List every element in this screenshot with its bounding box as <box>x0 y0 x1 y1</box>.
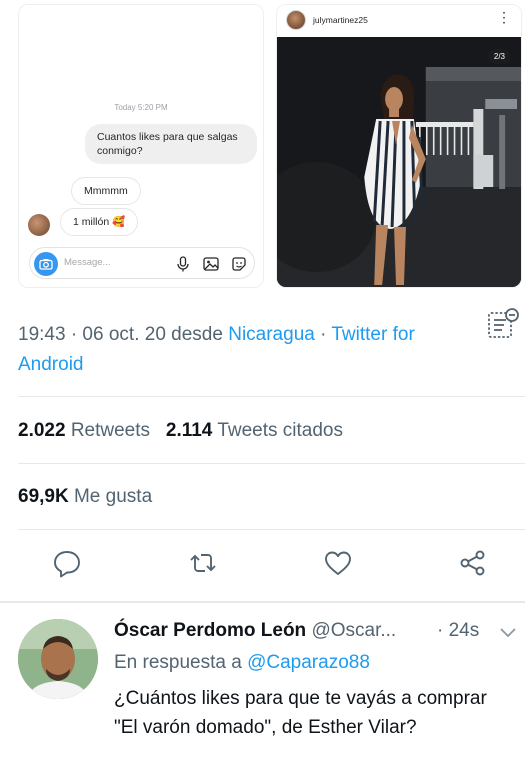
ig-username: julymartinez25 <box>313 15 368 25</box>
retweets-count: 2.022 <box>18 420 66 441</box>
divider <box>18 396 525 397</box>
divider <box>18 463 525 464</box>
camera-icon <box>34 252 58 276</box>
divider <box>18 529 525 530</box>
replying-to-line: En respuesta a @Caparazo88 <box>114 652 370 674</box>
retweet-stats[interactable]: 2.022 Retweets 2.114 Tweets citados <box>18 420 343 442</box>
quotes-label: Tweets citados <box>217 420 343 441</box>
dm-message-reply: Mmmmm <box>71 177 141 205</box>
reply-timestamp[interactable]: · 24s <box>437 620 479 642</box>
reply-author-name[interactable]: Óscar Perdomo León <box>114 620 306 641</box>
tweet-timestamp-line: 19:43 · 06 oct. 20 desde Nicaragua · Twi… <box>18 320 478 380</box>
likes-stats[interactable]: 69,9K Me gusta <box>18 486 152 508</box>
ig-post-header: julymartinez25 ⋮ <box>277 5 521 37</box>
meta-separator: · <box>314 324 332 345</box>
reply-icon[interactable] <box>52 548 82 578</box>
reply-author-handle[interactable]: @Oscar... <box>311 620 396 641</box>
tweet-analytics-icon[interactable] <box>484 306 520 342</box>
chevron-down-icon[interactable] <box>498 622 518 642</box>
dm-message-input: Message... <box>29 247 255 279</box>
reply-text: ¿Cuántos likes para que te vayás a compr… <box>114 688 487 738</box>
likes-count: 69,9K <box>18 486 69 507</box>
tweet-time-date: 19:43 · 06 oct. 20 desde <box>18 324 229 345</box>
retweets-label: Retweets <box>70 420 151 441</box>
tweet-image-instagram[interactable]: julymartinez25 ⋮ 2/3 <box>276 4 522 288</box>
share-icon[interactable] <box>458 548 488 578</box>
sticker-icon <box>230 255 248 273</box>
tweet-action-bar <box>0 548 525 584</box>
ig-photo-counter: 2/3 <box>487 49 511 64</box>
replying-prefix: En respuesta a <box>114 652 248 673</box>
microphone-icon <box>174 255 192 273</box>
dm-timestamp: Today 5:20 PM <box>114 103 168 112</box>
gallery-icon <box>202 255 220 273</box>
ig-photo <box>277 37 521 287</box>
dm-message-reply: 1 millón 🥰 <box>60 208 139 236</box>
quotes-count: 2.114 <box>165 420 213 441</box>
tweet-image-dm[interactable]: Today 5:20 PM Cuantos likes para que sal… <box>18 4 264 288</box>
more-options-icon: ⋮ <box>497 9 511 25</box>
dm-avatar <box>28 214 50 236</box>
dm-message-sent: Cuantos likes para que salgas conmigo? <box>85 124 257 164</box>
likes-label: Me gusta <box>73 486 153 507</box>
dm-input-placeholder: Message... <box>64 257 111 268</box>
tweet-location-link[interactable]: Nicaragua <box>228 324 315 345</box>
like-icon[interactable] <box>323 548 353 578</box>
replying-to-link[interactable]: @Caparazo88 <box>247 652 370 673</box>
reply-avatar[interactable] <box>18 619 98 699</box>
ig-avatar <box>286 10 306 30</box>
section-divider <box>0 601 525 603</box>
retweet-icon[interactable] <box>188 548 218 578</box>
